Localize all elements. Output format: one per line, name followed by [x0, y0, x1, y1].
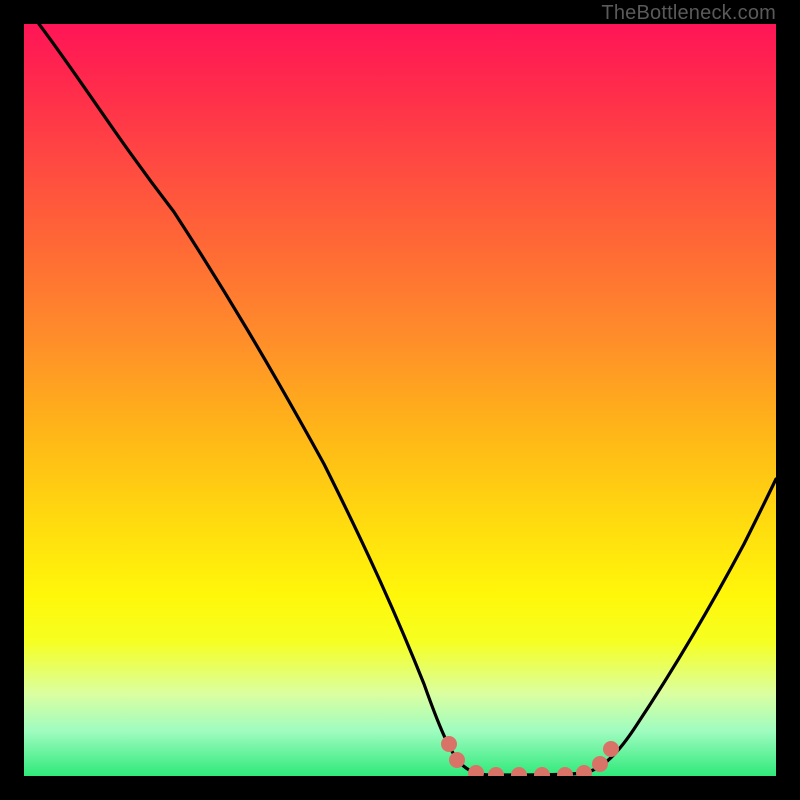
chart-frame: TheBottleneck.com [0, 0, 800, 800]
marker-dot [558, 768, 573, 777]
marker-dot [442, 737, 457, 752]
marker-dot [469, 766, 484, 777]
marker-dot [577, 766, 592, 777]
watermark-label: TheBottleneck.com [601, 2, 776, 25]
marker-dot [604, 742, 619, 757]
marker-dot [450, 753, 465, 768]
marker-dot [489, 768, 504, 777]
marker-dot [535, 768, 550, 777]
marker-dot [512, 768, 527, 777]
plot-area [24, 24, 776, 776]
marker-dot [593, 757, 608, 772]
chart-svg [24, 24, 776, 776]
bottleneck-curve [39, 24, 776, 775]
